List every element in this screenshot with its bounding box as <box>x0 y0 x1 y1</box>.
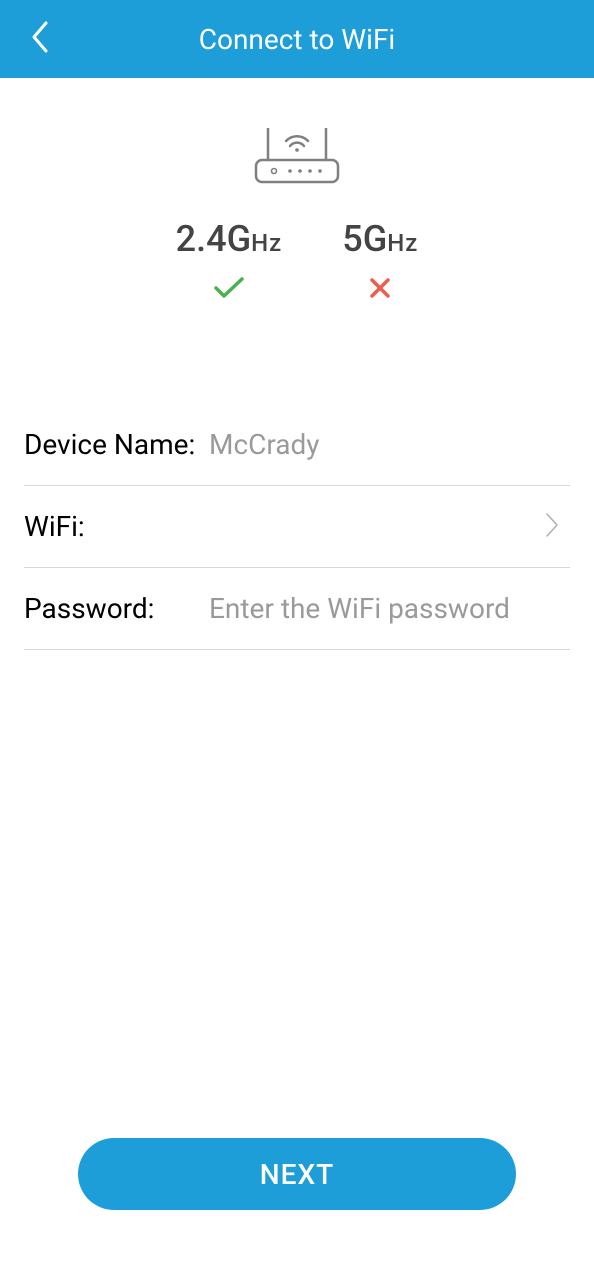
password-label: Password: <box>24 592 209 625</box>
back-chevron-icon <box>28 19 50 55</box>
page-title: Connect to WiFi <box>0 23 594 56</box>
device-name-row: Device Name: McCrady <box>24 404 570 486</box>
password-row: Password: <box>24 568 570 650</box>
device-name-label: Device Name: <box>24 428 209 461</box>
frequency-row: 2.4GHz 5GHz <box>176 218 419 304</box>
device-name-value: McCrady <box>209 428 570 461</box>
back-button[interactable] <box>20 11 58 67</box>
freq-24ghz: 2.4GHz <box>176 218 283 304</box>
wifi-label: WiFi: <box>24 510 209 543</box>
chevron-right-icon <box>544 511 560 543</box>
next-button[interactable]: NEXT <box>78 1138 516 1210</box>
freq-5ghz-label: 5GHz <box>342 218 418 260</box>
check-icon <box>213 272 245 304</box>
router-icon <box>252 128 342 188</box>
wifi-row[interactable]: WiFi: <box>24 486 570 568</box>
spacer <box>0 650 594 1138</box>
cross-icon <box>364 272 396 304</box>
router-info-section: 2.4GHz 5GHz <box>0 78 594 344</box>
freq-24ghz-label: 2.4GHz <box>176 218 283 260</box>
freq-5ghz: 5GHz <box>342 218 418 304</box>
header-bar: Connect to WiFi <box>0 0 594 78</box>
form-section: Device Name: McCrady WiFi: Password: <box>0 344 594 650</box>
password-input[interactable] <box>209 592 570 625</box>
